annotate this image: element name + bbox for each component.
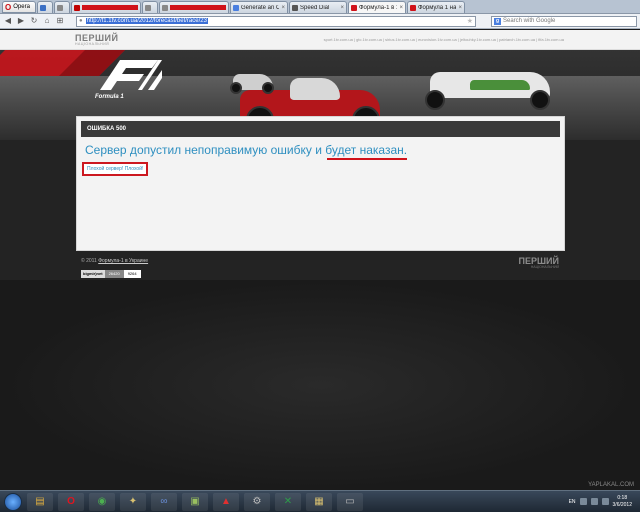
highlight-underline (327, 158, 407, 160)
browser-tab[interactable] (142, 1, 158, 13)
error-subtext: Плохой сервер! Плохой! (82, 162, 149, 176)
opera-logo-icon: O (5, 2, 12, 12)
address-bar: ◀ ▶ ↻ ⌂ ⊞ ● http://f1.1tv.com.ua/2012/fo… (0, 14, 640, 29)
app-taskbar-icon[interactable]: ∞ (151, 492, 177, 511)
tab-favicon-icon (162, 4, 168, 11)
app-taskbar-icon[interactable]: ▦ (306, 492, 332, 511)
copyright-prefix: © 2011 (81, 258, 99, 264)
browser-tab[interactable]: Speed Dial × (289, 1, 347, 13)
language-indicator[interactable]: EN (569, 499, 576, 505)
tab-favicon-icon (57, 4, 63, 11)
tray-icon[interactable] (590, 498, 598, 505)
tab-label (170, 5, 226, 10)
network-links[interactable]: sport.1tv.com.ua | gtc.1tv.com.ua | siri… (324, 37, 564, 42)
bigmir-counter[interactable]: bigmir)net 26420 9264 (81, 270, 161, 278)
car-wheel (230, 82, 242, 94)
site-brand-subtitle: НАЦІОНАЛЬНИЙ (75, 42, 110, 46)
forward-icon[interactable]: ▶ (16, 16, 26, 26)
acrobat-taskbar-icon[interactable]: ▲ (213, 492, 239, 511)
browser-tab[interactable]: Формула 1 на F1...× (407, 1, 465, 13)
f1-logo-icon (100, 60, 162, 90)
opera-menu-label: Opera (13, 4, 30, 10)
error-message: Сервер допустил непоправимую ошибку и бу… (85, 143, 564, 160)
browser-tab[interactable] (71, 1, 141, 13)
excel-taskbar-icon[interactable]: ✕ (275, 492, 301, 511)
tab-favicon-icon (233, 4, 239, 11)
app-taskbar-icon[interactable]: ✦ (120, 492, 146, 511)
error-panel: ОШИБКА 500 Сервер допустил непоправимую … (76, 116, 565, 251)
opera-taskbar-icon[interactable]: O (58, 492, 84, 511)
explorer-taskbar-icon[interactable]: ▤ (27, 492, 53, 511)
start-button[interactable] (4, 492, 22, 511)
car-wheel (530, 90, 550, 110)
tab-favicon-icon (145, 4, 151, 11)
bookmark-star-icon[interactable]: ★ (467, 17, 473, 25)
counter-name: bigmir)net (81, 270, 105, 278)
chrome-taskbar-icon[interactable]: ◉ (89, 492, 115, 511)
car-detail (290, 78, 340, 100)
speed-dial-icon[interactable]: ⊞ (55, 16, 65, 26)
car-detail (470, 80, 530, 90)
counter-value-a: 26420 (104, 270, 124, 278)
tab-close-icon[interactable]: × (458, 5, 462, 11)
tray-icon[interactable] (579, 498, 587, 505)
opera-menu-button[interactable]: O Opera (2, 1, 36, 13)
f1-logo-subtitle: Formula 1 (95, 94, 124, 100)
clock-time: 0:18 (617, 494, 628, 501)
tab-favicon-icon (410, 4, 416, 11)
error-message-end: . (403, 143, 408, 157)
browser-tab[interactable] (54, 1, 70, 13)
volume-icon[interactable] (601, 498, 609, 505)
site-top-bar: ПЕРШИЙ НАЦІОНАЛЬНИЙ sport.1tv.com.ua | g… (0, 30, 640, 50)
google-icon: g (494, 17, 501, 25)
tab-label: Формула-1 в Ук... (359, 4, 397, 11)
page-background (0, 280, 640, 490)
tab-close-icon[interactable]: × (340, 5, 344, 11)
windows-taskbar: ▤ O ◉ ✦ ∞ ▣ ▲ ⚙ ✕ ▦ ▭ EN 0:18 3/6/2012 (0, 490, 640, 512)
app-taskbar-icon[interactable]: ▭ (337, 492, 363, 511)
browser-tab[interactable] (37, 1, 53, 13)
app-taskbar-icon[interactable]: ▣ (182, 492, 208, 511)
tab-favicon-icon (40, 4, 46, 11)
system-tray: EN 0:18 3/6/2012 (569, 495, 640, 509)
copyright: © 2011 Формула-1 в Украине (81, 258, 148, 264)
search-placeholder: Search with Google (503, 18, 556, 24)
home-icon[interactable]: ⌂ (42, 16, 52, 26)
clock[interactable]: 0:18 3/6/2012 (613, 495, 632, 509)
search-input[interactable]: g Search with Google (491, 15, 637, 27)
footer-brand-subtitle: НАЦІОНАЛЬНИЙ (530, 265, 559, 269)
tab-label: Generate an Onli... (241, 4, 279, 11)
url-text: http://f1.1tv.com.ua/2012/forecast/bet/r… (85, 18, 208, 24)
tab-label (82, 5, 138, 10)
counter-value-b: 9264 (123, 270, 141, 278)
web-page: ПЕРШИЙ НАЦІОНАЛЬНИЙ sport.1tv.com.ua | g… (0, 30, 640, 490)
tab-close-icon[interactable]: × (281, 5, 285, 11)
error-header: ОШИБКА 500 (81, 121, 560, 137)
tab-close-icon[interactable]: × (399, 5, 403, 11)
url-field[interactable]: ● http://f1.1tv.com.ua/2012/forecast/bet… (76, 15, 476, 27)
tab-favicon-icon (292, 4, 298, 11)
tab-label: Формула 1 на F1... (418, 4, 457, 11)
browser-tab[interactable] (159, 1, 229, 13)
error-message-text: Сервер допустил непоправимую ошибку и (85, 143, 326, 157)
watermark: YAPLAKAL.COM (588, 482, 634, 488)
browser-tab-bar: O Opera Generate an Onli...×Speed Dial×Ф… (0, 0, 640, 14)
clock-date: 3/6/2012 (612, 501, 632, 508)
network-taskbar-icon[interactable]: ⚙ (244, 492, 270, 511)
error-message-highlight: будет наказан (325, 143, 404, 157)
reload-icon[interactable]: ↻ (29, 16, 39, 26)
tab-label: Speed Dial (300, 4, 330, 11)
site-info-icon[interactable]: ● (79, 18, 83, 24)
car-wheel (262, 82, 274, 94)
browser-tab[interactable]: Generate an Onli...× (230, 1, 288, 13)
car-wheel (425, 90, 445, 110)
back-icon[interactable]: ◀ (3, 16, 13, 26)
browser-tab[interactable]: Формула-1 в Ук...× (348, 1, 406, 13)
tab-favicon-icon (74, 4, 80, 11)
copyright-link[interactable]: Формула-1 в Украине (98, 258, 148, 264)
tab-favicon-icon (351, 4, 357, 11)
